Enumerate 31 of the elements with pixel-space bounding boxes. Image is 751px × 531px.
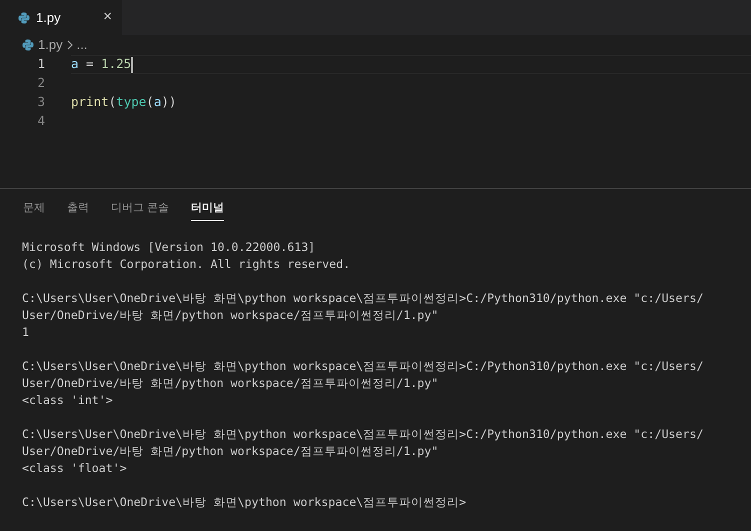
breadcrumb-file[interactable]: 1.py <box>38 35 63 55</box>
terminal-line: <class 'float'> <box>22 460 127 476</box>
terminal-line: 1 <box>22 324 29 340</box>
line-number: 4 <box>36 112 45 130</box>
tab-label: 1.py <box>36 8 62 27</box>
terminal-line: <class 'int'> <box>22 392 113 408</box>
line-number: 3 <box>36 93 45 112</box>
terminal-line: User/OneDrive/바탕 화면/python workspace/점프투파이썬정리/1.py" <box>22 442 438 460</box>
python-file-icon <box>18 12 30 24</box>
panel-tab[interactable]: 문제 <box>23 200 45 220</box>
terminal-line: (c) Microsoft Corporation. All rights reserved. <box>22 256 350 272</box>
panel-tab[interactable]: 출력 <box>67 200 89 220</box>
panel-tab[interactable]: 디버그 콘솔 <box>111 200 170 220</box>
terminal-line: C:\Users\User\OneDrive\바탕 화면\python workspace\점프투파이썬정리> <box>22 494 466 510</box>
python-file-icon <box>22 39 34 51</box>
terminal-line: C:\Users\User\OneDrive\바탕 화면\python workspace\점프투파이썬정리>C:/Python310/python.exe "c:/Users/ <box>22 290 704 306</box>
terminal-line: User/OneDrive/바탕 화면/python workspace/점프투파이썬정리/1.py" <box>22 306 438 324</box>
terminal-line: C:\Users\User\OneDrive\바탕 화면\python workspace\점프투파이썬정리>C:/Python310/python.exe "c:/Users/ <box>22 426 704 442</box>
code-line: print(type(a)) <box>71 93 178 112</box>
code-line: a = 1.25 <box>71 55 751 74</box>
panel-tab[interactable]: 터미널 <box>191 200 224 220</box>
line-number: 2 <box>36 74 45 92</box>
line-number: 1 <box>36 55 45 74</box>
close-button[interactable]: × <box>103 6 112 29</box>
editor-tab[interactable]: 1.py × <box>0 0 122 35</box>
chevron-right-icon <box>66 40 73 50</box>
terminal-line: Microsoft Windows [Version 10.0.22000.613] <box>22 238 316 256</box>
terminal-line: C:\Users\User\OneDrive\바탕 화면\python workspace\점프투파이썬정리>C:/Python310/python.exe "c:/Users/ <box>22 358 704 374</box>
breadcrumb-more[interactable]: ... <box>76 35 88 55</box>
terminal-line: User/OneDrive/바탕 화면/python workspace/점프투파이썬정리/1.py" <box>22 374 438 392</box>
text-cursor <box>131 56 134 72</box>
